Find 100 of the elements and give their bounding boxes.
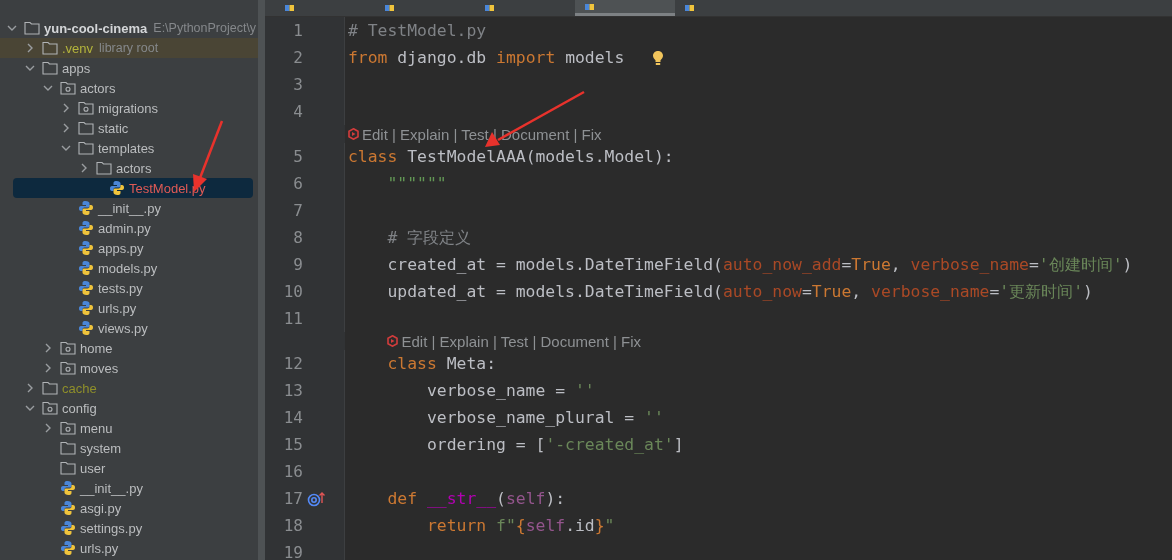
tree-item-note: library root [99, 41, 159, 55]
tree-item[interactable]: system [0, 438, 253, 458]
code-line: return f"{self.id}" [425, 516, 615, 535]
python-file-icon [285, 5, 294, 11]
tree-item[interactable]: apps [0, 58, 253, 78]
python-file-icon [60, 540, 76, 556]
python-file-icon [685, 5, 694, 11]
line-number: 1 [292, 21, 303, 40]
tree-item[interactable]: menu [0, 418, 253, 438]
line-number: 14 [282, 408, 303, 427]
tree-item[interactable]: apps.py [0, 238, 253, 258]
python-file-icon [60, 520, 76, 536]
python-file-icon [78, 220, 94, 236]
ai-assistant-icon [348, 128, 359, 140]
tree-item[interactable]: settings.py [0, 518, 253, 538]
package-folder-icon [60, 361, 76, 375]
line-number: 16 [282, 462, 303, 481]
override-marker-icon[interactable] [307, 490, 327, 507]
chevron-right-icon[interactable] [25, 43, 35, 53]
tree-item-label: views.py [98, 320, 148, 336]
folder-icon [60, 461, 76, 475]
chevron-right-icon[interactable] [79, 163, 89, 173]
line-number: 13 [282, 381, 303, 400]
tree-item[interactable]: models.py [0, 258, 253, 278]
folder-icon [42, 41, 58, 55]
lightbulb-icon[interactable] [652, 49, 665, 66]
package-folder-icon [60, 341, 76, 355]
folder-icon [78, 141, 94, 155]
folder-icon [78, 121, 94, 135]
python-file-icon [60, 500, 76, 516]
tree-item[interactable]: urls.py [0, 298, 253, 318]
tree-item-note: E:\PythonProject\y [153, 21, 257, 35]
tree-item-label: moves [80, 360, 119, 376]
tree-item-label: admin.py [98, 220, 151, 236]
ai-assistant-icon [387, 335, 399, 347]
chevron-right-icon[interactable] [25, 383, 35, 393]
code-line: from django.db import models [347, 48, 625, 67]
tree-item[interactable]: urls.py [0, 538, 253, 558]
chevron-down-icon[interactable] [61, 143, 71, 153]
tree-item[interactable]: migrations [0, 98, 253, 118]
tree-item[interactable]: admin.py [0, 218, 253, 238]
tree-item-label: system [80, 440, 122, 456]
line-number: 2 [292, 48, 303, 67]
editor-tab[interactable] [575, 0, 675, 16]
line-number: 9 [292, 255, 303, 274]
line-number: 17 [282, 489, 303, 508]
code-action-links[interactable]: Edit | Explain | Test | Document | Fix [401, 332, 642, 350]
python-file-icon [585, 3, 594, 10]
tree-item-label: cache [62, 380, 97, 396]
code-line: """""" [386, 174, 447, 193]
tree-item[interactable]: cache [0, 378, 253, 398]
chevron-right-icon[interactable] [61, 103, 71, 113]
tree-item[interactable]: asgi.py [0, 498, 253, 518]
chevron-down-icon[interactable] [43, 83, 53, 93]
chevron-right-icon[interactable] [61, 123, 71, 133]
chevron-down-icon[interactable] [25, 63, 35, 73]
chevron-down-icon[interactable] [7, 23, 17, 33]
tree-item[interactable]: views.py [0, 318, 253, 338]
line-number: 10 [282, 282, 303, 301]
tree-item[interactable]: templates [0, 138, 253, 158]
tree-item-label: actors [116, 160, 152, 176]
tree-item[interactable]: home [0, 338, 253, 358]
code-line: # 字段定义 [386, 226, 472, 249]
chevron-right-icon[interactable] [43, 343, 53, 353]
tree-item[interactable]: __init__.py [0, 198, 253, 218]
tree-item[interactable]: actors [0, 78, 253, 98]
line-number: 11 [282, 309, 303, 328]
python-file-icon [109, 180, 125, 196]
tree-item-label: menu [80, 420, 113, 436]
tree-item-label: actors [80, 80, 116, 96]
tree-item[interactable]: static [0, 118, 253, 138]
chevron-down-icon[interactable] [25, 403, 35, 413]
tree-item-label: __init__.py [80, 480, 143, 496]
line-number: 18 [282, 516, 303, 535]
python-file-icon [78, 260, 94, 276]
sidebar-scrollbar[interactable] [258, 0, 265, 560]
tree-item[interactable]: actors [0, 158, 253, 178]
tree-item[interactable]: tests.py [0, 278, 253, 298]
code-line: ordering = ['-created_at'] [425, 435, 684, 454]
code-line: class Meta: [386, 354, 497, 373]
line-number: 7 [292, 201, 303, 220]
tree-item[interactable]: user [0, 458, 253, 478]
chevron-right-icon[interactable] [43, 423, 53, 433]
python-file-icon [78, 280, 94, 296]
tree-item-label: urls.py [98, 300, 137, 316]
tree-item[interactable]: config [0, 398, 253, 418]
tree-item-label: home [80, 340, 113, 356]
tree-item-label: templates [98, 140, 155, 156]
tree-item[interactable]: __init__.py [0, 478, 253, 498]
python-file-icon [78, 300, 94, 316]
tree-item[interactable]: .venv library root [0, 38, 258, 58]
code-line: created_at = models.DateTimeField(auto_now_add=True, verbose_name='创建时间') [386, 253, 1133, 276]
package-folder-icon [60, 81, 76, 95]
tree-item-label: .venv [62, 40, 94, 56]
tree-item[interactable]: moves [0, 358, 253, 378]
tree-item-label: migrations [98, 100, 158, 116]
chevron-right-icon[interactable] [43, 363, 53, 373]
tree-item-label: user [80, 460, 106, 476]
tree-item-label: tests.py [98, 280, 143, 296]
folder-icon [42, 61, 58, 75]
